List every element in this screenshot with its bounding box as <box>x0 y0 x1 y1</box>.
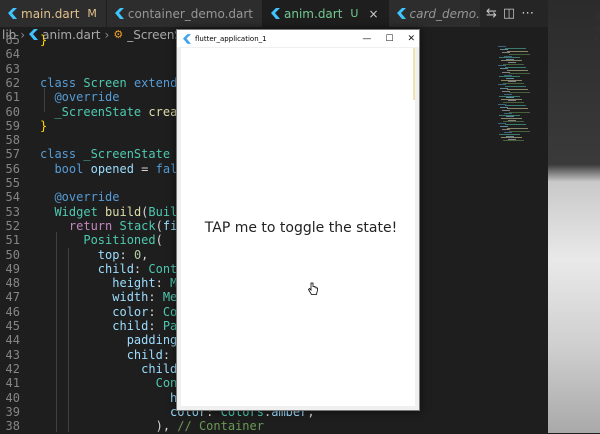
minimap-line <box>507 50 528 52</box>
tab-container-demo-dart[interactable]: container_demo.dart <box>106 0 264 27</box>
amber-container <box>413 48 415 100</box>
minimap-line <box>509 92 530 94</box>
minimap-line <box>509 111 530 113</box>
window-titlebar[interactable]: flutter_application_1 — ☐ ✕ <box>177 30 419 47</box>
compare-icon[interactable]: ⇆ <box>486 6 497 21</box>
minimap-line <box>507 108 528 110</box>
minimap-line <box>505 47 526 49</box>
minimap-line <box>505 66 526 68</box>
tab-label: container_demo.dart <box>127 6 254 21</box>
editor-tab-bar: main.dart Mcontainer_demo.dart anim.dart U ×… <box>0 0 548 27</box>
minimap-line <box>503 140 524 142</box>
code-text: } <box>40 33 48 47</box>
minimap-line <box>507 70 528 71</box>
minimap-line <box>505 105 526 107</box>
minimap-line <box>509 130 530 132</box>
close-button[interactable]: ✕ <box>407 34 415 44</box>
desktop-text: R <box>595 12 600 21</box>
desktop-text: A <box>595 24 600 33</box>
line-number: 38 <box>5 419 20 434</box>
desktop-background: R A F <box>548 0 600 433</box>
hand-pointer-icon <box>307 282 318 295</box>
flutter-app-window: flutter_application_1 — ☐ ✕ TAP me to to… <box>176 29 420 411</box>
tab-main-dart[interactable]: main.dart M <box>0 0 107 27</box>
window-title: flutter_application_1 <box>195 34 267 43</box>
minimap-line <box>507 127 528 129</box>
maximize-button[interactable]: ☐ <box>385 34 393 44</box>
minimap-line <box>503 102 524 103</box>
dart-file-icon <box>396 8 406 19</box>
minimap-line <box>503 63 524 65</box>
minimap-line <box>507 89 528 91</box>
split-editor-icon[interactable]: ◫ <box>503 6 515 21</box>
tab-label: main.dart <box>21 6 80 21</box>
minimap-line <box>505 86 526 87</box>
dart-file-icon <box>8 8 17 19</box>
dart-file-icon <box>29 29 39 40</box>
minimize-button[interactable]: — <box>362 34 371 44</box>
git-status-badge: M <box>87 7 97 20</box>
minimap-line <box>509 73 530 75</box>
code-text: } <box>40 118 48 133</box>
minimap-line <box>509 54 530 55</box>
app-canvas[interactable]: TAP me to toggle the state! <box>181 48 415 406</box>
minimap-line <box>503 82 524 84</box>
flutter-logo-icon <box>183 33 191 44</box>
tab-label: anim.dart <box>284 6 343 21</box>
dart-file-icon <box>114 8 124 19</box>
editor-actions: ⇆ ◫ ⋯ <box>480 0 548 27</box>
git-status-badge: U <box>350 7 359 20</box>
more-actions-icon[interactable]: ⋯ <box>521 6 534 21</box>
desktop-text: F <box>595 36 600 45</box>
minimap-line <box>505 124 526 126</box>
close-icon[interactable]: × <box>368 7 378 21</box>
minimap-line <box>503 121 524 123</box>
toggle-message[interactable]: TAP me to toggle the state! <box>181 220 421 236</box>
minimap[interactable] <box>492 40 548 433</box>
dart-file-icon <box>271 8 281 19</box>
code-text: ), // Container <box>40 419 264 434</box>
tab-anim-dart[interactable]: anim.dart U × <box>263 0 389 27</box>
